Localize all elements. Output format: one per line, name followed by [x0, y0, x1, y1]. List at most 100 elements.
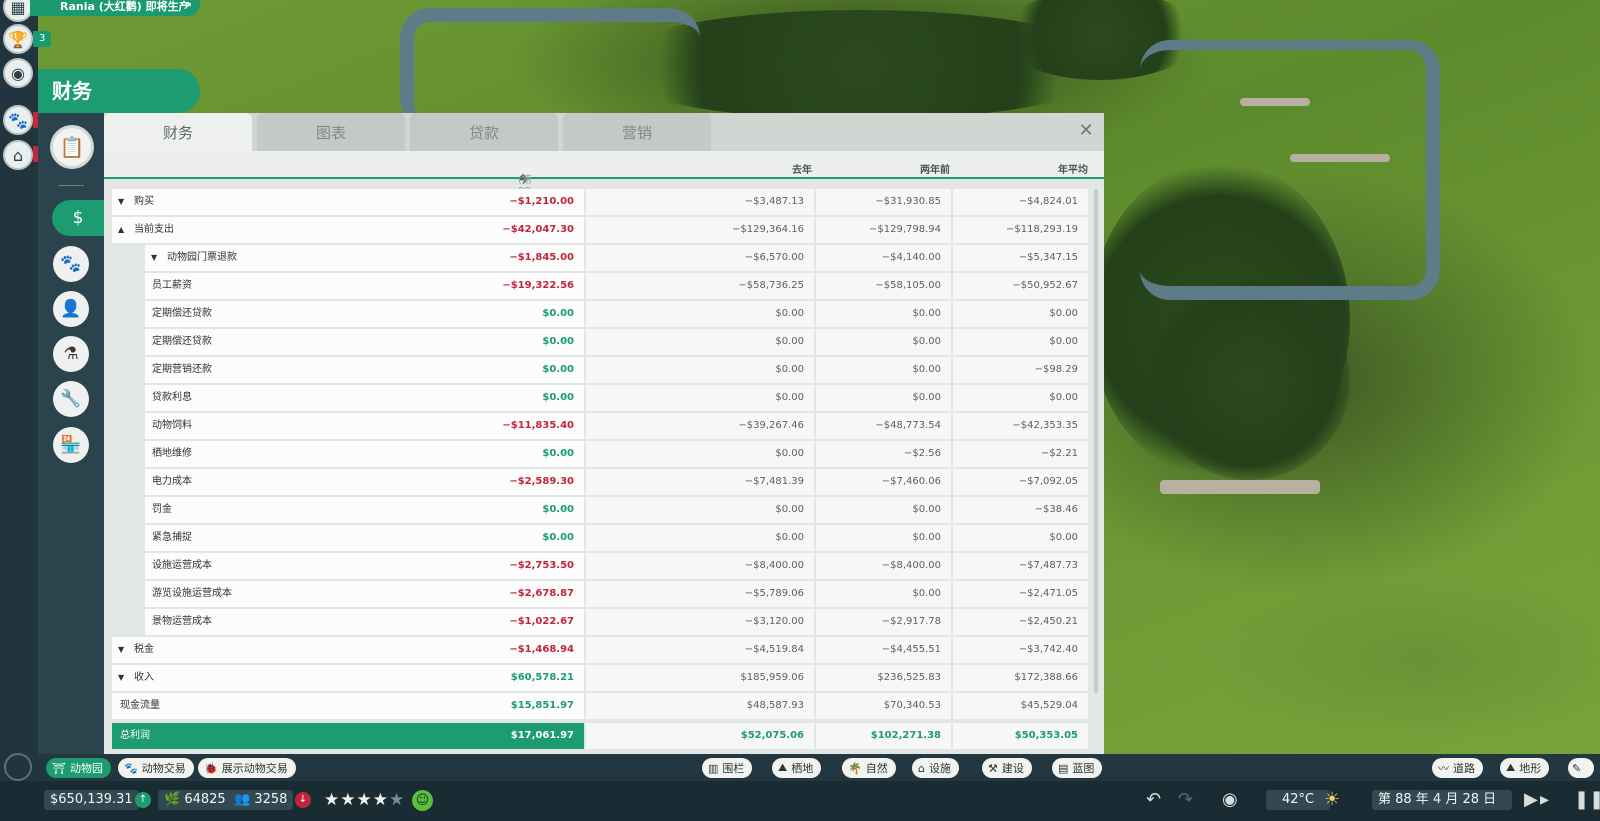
two-years-value: $0.00 — [816, 385, 951, 411]
redo-icon[interactable]: ↷ — [1178, 789, 1193, 811]
last-year-value: −$129,364.16 — [586, 217, 814, 243]
table-row: 定期偿还贷款 $0.00 $0.00 $0.00 $0.00 — [112, 301, 1088, 327]
col-two-years: 两年前 — [920, 165, 950, 176]
camera-icon[interactable]: ◉ — [1222, 789, 1238, 811]
fences-button[interactable]: ▥ 围栏 — [702, 758, 753, 778]
notification-text: Rania (大红鹳) 即将生产 — [60, 0, 190, 13]
finance-nav-button[interactable]: $ — [52, 200, 104, 236]
staff-arch-icon[interactable]: ⌂ — [3, 140, 33, 170]
animal-trade-button[interactable]: 🐾 动物交易 — [118, 758, 194, 778]
happiness-icon[interactable]: ☺ — [412, 790, 433, 811]
money-display[interactable]: $650,139.31 — [44, 790, 139, 810]
build-toolbar: ⛩ 动物园 🐾 动物交易 🐞 展示动物交易 ▥ 围栏 ⛰ 栖地 🌴 自然 ⌂ 设施 ⚒ 建设 ▤… — [38, 754, 1600, 781]
exhibit-trade-label: 展示动物交易 — [221, 762, 288, 775]
row-label-cell[interactable]: ▼ 税金 −$1,468.94 — [112, 637, 584, 663]
row-label-cell: 员工薪资 −$19,322.56 — [145, 273, 584, 299]
eye-icon[interactable]: ◉ — [3, 58, 33, 88]
this-year-value: −$2,678.87 — [509, 588, 574, 599]
table-row[interactable]: ▼ 收入 $60,578.21 $185,959.06 $236,525.83 $1… — [112, 665, 1088, 691]
table-row[interactable]: ▲ 当前支出 −$42,047.30 −$129,364.16 −$129,798.… — [112, 217, 1088, 243]
wildlife-nav-button[interactable]: ⚗ — [53, 336, 89, 372]
habitat-button[interactable]: ⛰ 栖地 — [772, 758, 822, 778]
row-label-cell[interactable]: ▼ 收入 $60,578.21 — [112, 665, 584, 691]
zoo-button[interactable]: ⛩ 动物园 — [46, 758, 111, 778]
staff-nav-button[interactable]: 👤 — [53, 291, 89, 327]
scrollbar[interactable] — [1094, 189, 1098, 693]
guest-count[interactable]: 👥 3258 — [228, 790, 294, 810]
shops-nav-button[interactable]: 🏪 — [53, 427, 89, 463]
tab-finance[interactable]: 财务 — [104, 113, 252, 151]
caret-down-icon[interactable]: ▼ — [118, 189, 124, 215]
exhibit-trade-button[interactable]: 🐞 展示动物交易 — [198, 758, 296, 778]
close-icon[interactable]: ✕ — [1076, 121, 1096, 141]
more-tools-button[interactable]: ✎ — [1568, 758, 1594, 778]
paw-icon: 🐾 — [124, 761, 138, 775]
nature-button[interactable]: 🌴 自然 — [842, 758, 896, 778]
tab-loans[interactable]: 贷款 — [410, 113, 558, 151]
caret-down-icon[interactable]: ▼ — [151, 245, 157, 271]
two-years-value: $236,525.83 — [816, 665, 951, 691]
this-year-value: $17,061.97 — [510, 730, 574, 741]
blueprints-label: 蓝图 — [1072, 762, 1095, 775]
this-year-value: $0.00 — [542, 448, 574, 459]
blueprints-button[interactable]: ▤ 蓝图 — [1052, 758, 1103, 778]
last-year-value: −$8,400.00 — [586, 553, 814, 579]
facilities-button[interactable]: ⌂ 设施 — [912, 758, 959, 778]
this-year-value: −$1,845.00 — [509, 252, 574, 263]
table-row[interactable]: ▼ 购买 −$1,210.00 −$3,487.13 −$31,930.85 −$4… — [112, 189, 1088, 215]
table-row[interactable]: ▼ 税金 −$1,468.94 −$4,519.84 −$4,455.51 −$3,… — [112, 637, 1088, 663]
tab-marketing[interactable]: 营销 — [563, 113, 711, 151]
terrain-button[interactable]: ⛰ 地形 — [1500, 758, 1550, 778]
guests-icon: 👥 — [234, 792, 255, 807]
two-years-value: $0.00 — [816, 525, 951, 551]
play-icon[interactable]: ▶ — [1524, 789, 1538, 811]
table-row: 电力成本 −$2,589.30 −$7,481.39 −$7,460.06 −$7… — [112, 469, 1088, 495]
habitat-label: 栖地 — [791, 762, 814, 775]
pause-icon[interactable]: ❚❚ — [1574, 789, 1600, 811]
table-row: 罚金 $0.00 $0.00 $0.00 −$38.46 — [112, 497, 1088, 523]
construction-label: 建设 — [1001, 762, 1024, 775]
money-up-icon: ↑ — [135, 792, 151, 808]
fast-forward-icon[interactable]: ▸ — [1540, 789, 1549, 811]
clipboard-icon[interactable]: 📋 — [50, 125, 94, 169]
notification-banner[interactable]: Rania (大红鹳) 即将生产 ↗ — [30, 0, 200, 16]
row-label-cell[interactable]: ▲ 当前支出 −$42,047.30 — [112, 217, 584, 243]
two-years-value: $70,340.53 — [816, 693, 951, 719]
row-label: 罚金 — [152, 504, 172, 515]
paths-button[interactable]: 〰道路 — [1432, 758, 1483, 778]
animal-trade-label: 动物交易 — [141, 762, 186, 775]
this-year-value: −$1,210.00 — [509, 196, 574, 207]
sidebar-divider — [58, 185, 84, 186]
row-label: 收入 — [134, 672, 154, 683]
calendar-icon[interactable]: ▦ — [3, 0, 33, 22]
animals-nav-button[interactable]: 🐾 — [53, 246, 89, 282]
row-label-cell: 动物饲料 −$11,835.40 — [145, 413, 584, 439]
tab-charts[interactable]: 图表 — [257, 113, 405, 151]
construction-button[interactable]: ⚒ 建设 — [982, 758, 1032, 778]
average-value: $45,529.04 — [953, 693, 1088, 719]
maintenance-nav-button[interactable]: 🔧 — [53, 381, 89, 417]
table-row: 员工薪资 −$19,322.56 −$58,736.25 −$58,105.00 … — [112, 273, 1088, 299]
average-value: $0.00 — [953, 385, 1088, 411]
zoo-rating[interactable]: ★★★★★ — [324, 790, 405, 810]
last-year-value: $0.00 — [586, 385, 814, 411]
minimap-toggle-icon[interactable] — [4, 753, 32, 781]
conservation-credits[interactable]: 🌿 64825 — [158, 790, 232, 810]
table-row: 紧急捕捉 $0.00 $0.00 $0.00 $0.00 — [112, 525, 1088, 551]
row-label: 现金流量 — [120, 700, 160, 711]
external-link-icon[interactable]: ↗ — [183, 0, 192, 14]
caret-down-icon[interactable]: ▼ — [118, 637, 124, 663]
undo-icon[interactable]: ↶ — [1146, 789, 1161, 811]
caret-down-icon[interactable]: ▼ — [118, 665, 124, 691]
paw-beaker-icon: ⚗ — [63, 344, 79, 364]
row-label: 购买 — [134, 196, 154, 207]
paw-icon[interactable]: 🐾 — [3, 105, 33, 135]
caret-up-icon[interactable]: ▲ — [118, 217, 124, 243]
table-row[interactable]: ▼ 动物园门票退款 −$1,845.00 −$6,570.00 −$4,140.00… — [112, 245, 1088, 271]
last-year-value: $0.00 — [586, 497, 814, 523]
leaf-icon: 🌿 — [164, 792, 185, 807]
row-label: 定期营销还款 — [152, 364, 212, 375]
trophy-icon[interactable]: 🏆 — [3, 24, 33, 54]
row-label-cell[interactable]: ▼ 动物园门票退款 −$1,845.00 — [145, 245, 584, 271]
row-label-cell[interactable]: ▼ 购买 −$1,210.00 — [112, 189, 584, 215]
